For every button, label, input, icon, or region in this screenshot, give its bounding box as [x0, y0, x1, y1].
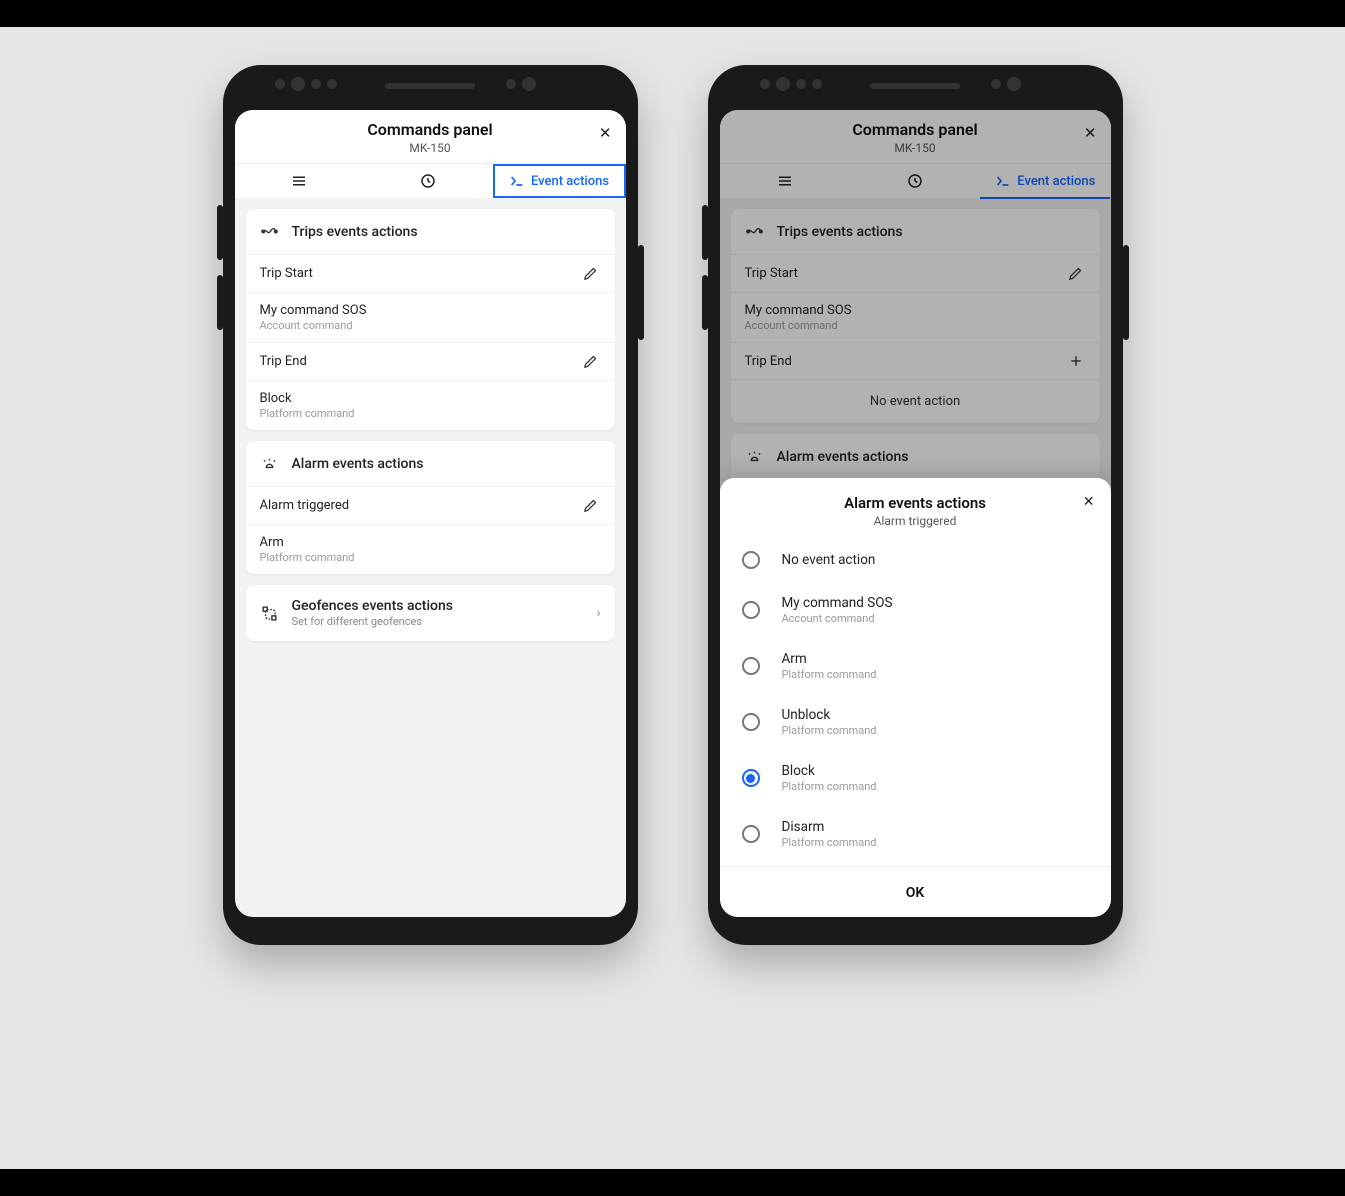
option-unblock[interactable]: Unblock Platform command: [720, 694, 1111, 750]
phone-side-button: [702, 275, 708, 330]
radio-icon[interactable]: [742, 825, 760, 843]
row-label: Alarm triggered: [260, 498, 581, 513]
content: Trips events actions Trip Start My comma…: [235, 198, 626, 917]
option-label: Unblock: [782, 707, 877, 723]
card-title: Geofences events actions: [292, 598, 568, 614]
letterbox-bottom: [0, 1169, 1345, 1196]
row-trip-end[interactable]: Trip End: [246, 342, 615, 380]
phone-sensors-left: [760, 79, 822, 91]
chevron-right-icon: ›: [581, 606, 601, 621]
tab-event-actions[interactable]: Event actions: [493, 164, 626, 198]
tab-history[interactable]: [364, 164, 493, 198]
option-label: My command SOS: [782, 595, 893, 611]
row-label: Block: [260, 391, 601, 406]
row-arm[interactable]: Arm Platform command: [246, 524, 615, 574]
card-sub: Set for different geofences: [292, 615, 568, 628]
tabs: Event actions: [235, 163, 626, 198]
radio-icon[interactable]: [742, 769, 760, 787]
letterbox-top: [0, 0, 1345, 27]
option-block[interactable]: Block Platform command: [720, 750, 1111, 806]
row-alarm-triggered[interactable]: Alarm triggered: [246, 486, 615, 524]
phone-side-button: [217, 275, 223, 330]
radio-icon[interactable]: [742, 713, 760, 731]
edit-icon[interactable]: [581, 497, 601, 514]
edit-icon[interactable]: [581, 353, 601, 370]
option-disarm[interactable]: Disarm Platform command: [720, 806, 1111, 862]
list-icon: [290, 172, 308, 190]
option-arm[interactable]: Arm Platform command: [720, 638, 1111, 694]
row-sub: Platform command: [260, 407, 601, 420]
row-trip-start[interactable]: Trip Start: [246, 254, 615, 292]
sheet-title: Alarm events actions: [736, 494, 1095, 512]
option-label: Disarm: [782, 819, 877, 835]
phone-sensors-left: [275, 79, 337, 91]
option-sos[interactable]: My command SOS Account command: [720, 582, 1111, 638]
terminal-icon: [509, 173, 525, 189]
card-trips: Trips events actions Trip Start My comma…: [246, 209, 615, 430]
header-subtitle: MK-150: [235, 141, 626, 155]
action-sheet: Alarm events actions Alarm triggered ✕ N…: [720, 478, 1111, 917]
sheet-subtitle: Alarm triggered: [736, 514, 1095, 528]
close-icon[interactable]: ✕: [599, 124, 612, 142]
row-label: Arm: [260, 535, 601, 550]
phone-side-button: [217, 205, 223, 260]
phone-right: Commands panel MK-150 ✕: [708, 65, 1123, 945]
option-label: No event action: [782, 552, 876, 568]
option-sub: Platform command: [782, 724, 877, 737]
tab-list[interactable]: [235, 164, 364, 198]
screen-right: Commands panel MK-150 ✕: [720, 110, 1111, 917]
geofence-icon: [260, 604, 279, 623]
card-title: Alarm events actions: [292, 456, 424, 472]
option-sub: Platform command: [782, 668, 877, 681]
card-geofences[interactable]: Geofences events actions Set for differe…: [246, 585, 615, 641]
close-icon[interactable]: ✕: [1083, 494, 1095, 510]
card-head-alarm: Alarm events actions: [246, 441, 615, 486]
radio-icon[interactable]: [742, 657, 760, 675]
card-head-trips: Trips events actions: [246, 209, 615, 254]
sheet-header: Alarm events actions Alarm triggered ✕: [720, 494, 1111, 538]
row-block[interactable]: Block Platform command: [246, 380, 615, 430]
phone-sensors-right: [506, 79, 536, 91]
phone-side-button: [638, 245, 644, 340]
header-title: Commands panel: [235, 120, 626, 139]
alarm-icon: [260, 454, 279, 473]
radio-icon[interactable]: [742, 601, 760, 619]
card-head-geofences: Geofences events actions Set for differe…: [246, 585, 615, 641]
phone-side-button: [702, 205, 708, 260]
tab-label: Event actions: [531, 174, 609, 189]
card-title: Trips events actions: [292, 224, 418, 240]
row-label: My command SOS: [260, 303, 601, 318]
ok-button[interactable]: OK: [720, 866, 1111, 917]
row-sub: Platform command: [260, 551, 601, 564]
card-alarm: Alarm events actions Alarm triggered Arm: [246, 441, 615, 574]
row-sos[interactable]: My command SOS Account command: [246, 292, 615, 342]
option-sub: Platform command: [782, 780, 877, 793]
option-label: Block: [782, 763, 877, 779]
edit-icon[interactable]: [581, 265, 601, 282]
phone-sensors-right: [991, 79, 1021, 91]
route-icon: [260, 222, 279, 241]
option-no-event[interactable]: No event action: [720, 538, 1111, 582]
row-label: Trip Start: [260, 266, 581, 281]
header: Commands panel MK-150 ✕: [235, 110, 626, 163]
screen-left: Commands panel MK-150 ✕: [235, 110, 626, 917]
clock-icon: [419, 172, 437, 190]
radio-icon[interactable]: [742, 551, 760, 569]
phones-container: Commands panel MK-150 ✕: [0, 0, 1345, 945]
option-sub: Account command: [782, 612, 893, 625]
option-label: Arm: [782, 651, 877, 667]
phone-side-button: [1123, 245, 1129, 340]
option-sub: Platform command: [782, 836, 877, 849]
row-label: Trip End: [260, 354, 581, 369]
row-sub: Account command: [260, 319, 601, 332]
phone-left: Commands panel MK-150 ✕: [223, 65, 638, 945]
